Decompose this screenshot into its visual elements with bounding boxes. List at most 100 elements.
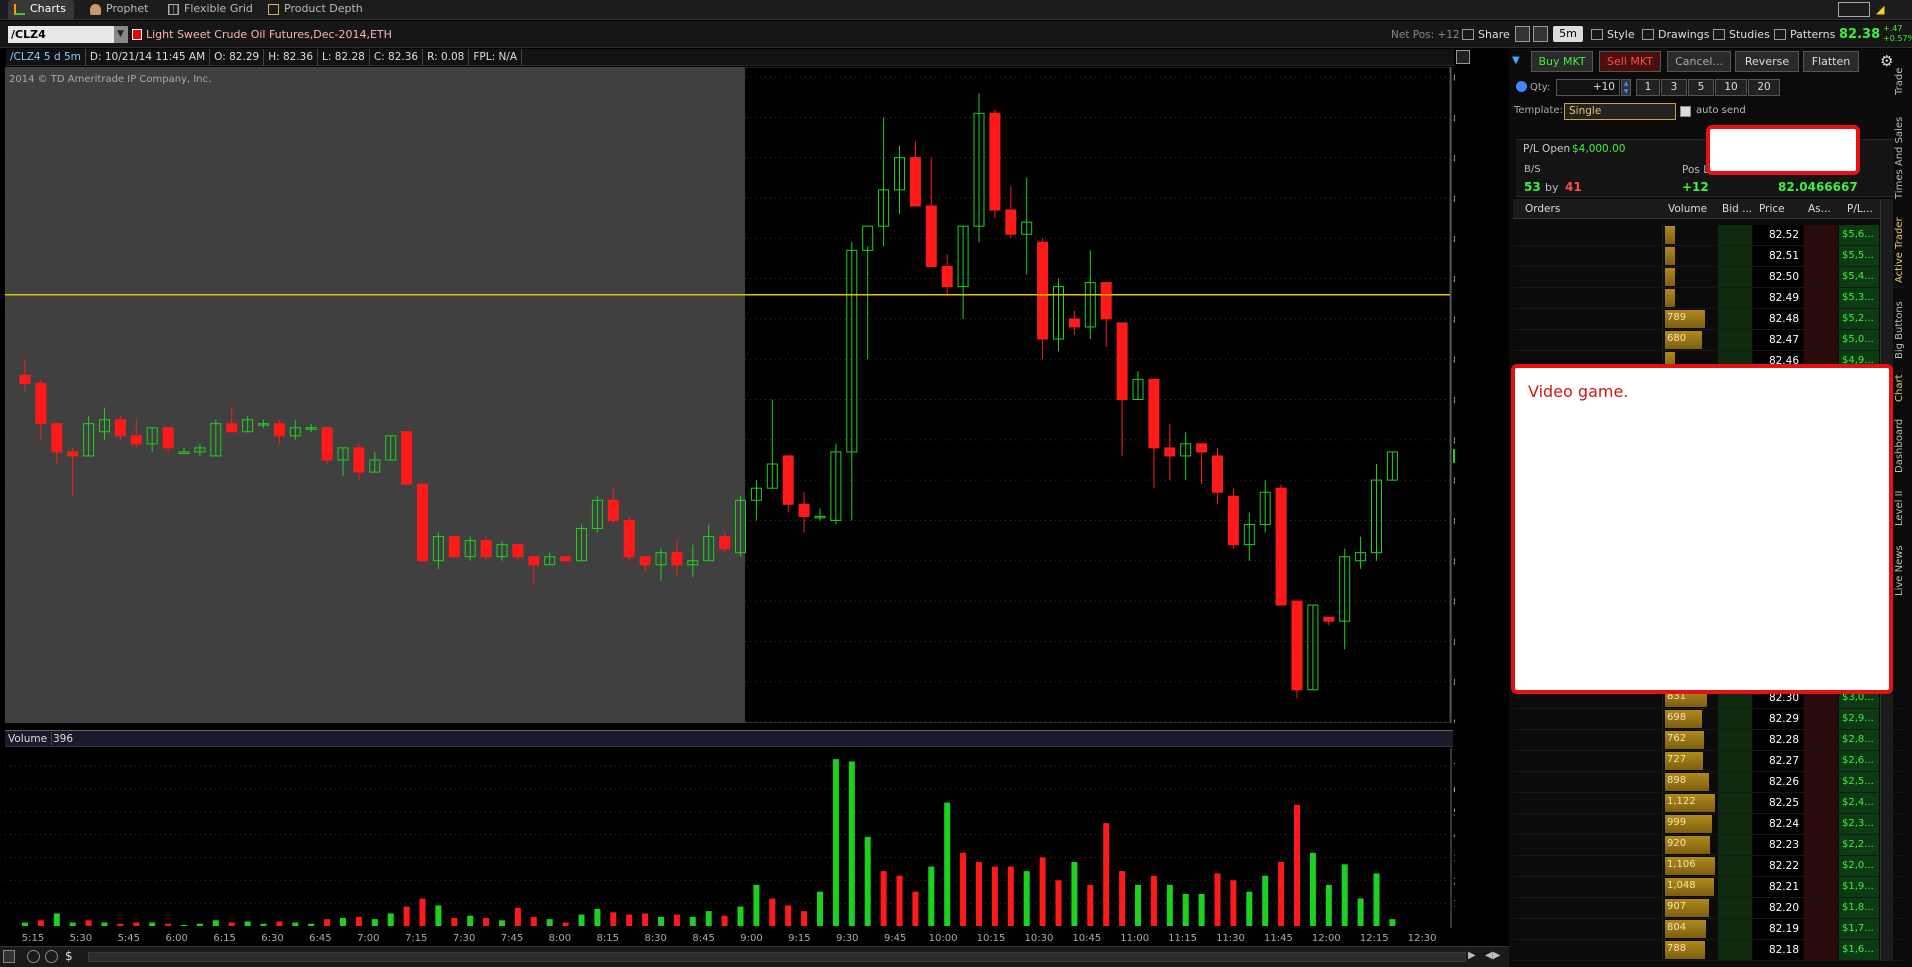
ask-cell[interactable] xyxy=(1804,751,1838,771)
tab-flexible-grid[interactable]: Flexible Grid xyxy=(162,0,261,19)
ask-cell[interactable] xyxy=(1804,309,1838,329)
orders-cell[interactable] xyxy=(1513,793,1663,813)
auto-send-checkbox[interactable] xyxy=(1680,106,1691,117)
ladder-row[interactable]: 82.50 $5,4... xyxy=(1513,267,1903,288)
ask-cell[interactable] xyxy=(1804,940,1838,960)
buy-mkt-button[interactable]: Buy MKT xyxy=(1531,51,1593,72)
price-cell[interactable]: 82.27 xyxy=(1753,751,1803,771)
draw-tool-icon[interactable] xyxy=(1515,26,1530,42)
qty-preset-10[interactable]: 10 xyxy=(1715,79,1747,96)
ladder-row[interactable]: 82.52 $5,6... xyxy=(1513,225,1903,246)
volume-chart[interactable]: 7,000 6,000 5,000 4,000 3,000 2,000 1,000 xyxy=(5,748,1455,928)
ask-cell[interactable] xyxy=(1804,730,1838,750)
bid-cell[interactable] xyxy=(1718,919,1752,939)
price-cell[interactable]: 82.25 xyxy=(1753,793,1803,813)
template-select[interactable]: Single xyxy=(1564,103,1676,120)
bid-cell[interactable] xyxy=(1718,730,1752,750)
orders-cell[interactable] xyxy=(1513,814,1663,834)
qty-preset-5[interactable]: 5 xyxy=(1688,79,1714,96)
ask-cell[interactable] xyxy=(1804,814,1838,834)
qty-help-icon[interactable] xyxy=(1516,81,1527,92)
side-tab[interactable]: Live News xyxy=(1894,540,1910,602)
orders-cell[interactable] xyxy=(1513,246,1663,266)
window-indicator[interactable] xyxy=(1838,2,1870,17)
orders-cell[interactable] xyxy=(1513,835,1663,855)
orders-cell[interactable] xyxy=(1513,730,1663,750)
price-cell[interactable]: 82.23 xyxy=(1753,835,1803,855)
bid-cell[interactable] xyxy=(1718,793,1752,813)
header-price[interactable]: Price xyxy=(1759,203,1785,215)
reverse-button[interactable]: Reverse xyxy=(1735,51,1799,72)
panel-collapse-icon[interactable]: ▼ xyxy=(1512,55,1520,66)
side-tab[interactable]: Big Buttons xyxy=(1894,295,1910,365)
ladder-row[interactable]: 1,048 82.21 $1,9... xyxy=(1513,877,1903,898)
bid-cell[interactable] xyxy=(1718,330,1752,350)
header-volume[interactable]: Volume xyxy=(1668,203,1707,215)
ladder-row[interactable]: 789 82.48 $5,2... xyxy=(1513,309,1903,330)
orders-cell[interactable] xyxy=(1513,856,1663,876)
orders-cell[interactable] xyxy=(1513,267,1663,287)
symbol-input[interactable]: /CLZ4 xyxy=(8,26,120,43)
studies-button[interactable]: Studies xyxy=(1713,25,1770,44)
price-cell[interactable]: 82.26 xyxy=(1753,772,1803,792)
ladder-row[interactable]: 727 82.27 $2,6... xyxy=(1513,751,1903,772)
orders-cell[interactable] xyxy=(1513,330,1663,350)
ask-cell[interactable] xyxy=(1804,898,1838,918)
ask-cell[interactable] xyxy=(1804,877,1838,897)
ladder-row[interactable]: 698 82.29 $2,9... xyxy=(1513,709,1903,730)
qty-input[interactable]: +10 xyxy=(1556,79,1620,96)
bid-cell[interactable] xyxy=(1718,751,1752,771)
flatten-button[interactable]: Flatten xyxy=(1803,51,1859,72)
qty-preset-1[interactable]: 1 xyxy=(1636,79,1660,96)
ladder-row[interactable]: 1,122 82.25 $2,4... xyxy=(1513,793,1903,814)
price-cell[interactable]: 82.24 xyxy=(1753,814,1803,834)
ask-cell[interactable] xyxy=(1804,793,1838,813)
scroll-right-icon[interactable]: ▶ xyxy=(1468,950,1480,963)
tab-charts[interactable]: Charts xyxy=(8,0,74,19)
bid-cell[interactable] xyxy=(1718,225,1752,245)
side-tab[interactable]: Trade xyxy=(1894,55,1910,107)
dollar-icon[interactable]: $ xyxy=(65,949,73,963)
tab-product-depth[interactable]: Product Depth xyxy=(262,0,371,19)
ladder-row[interactable]: 82.51 $5,5... xyxy=(1513,246,1903,267)
qty-stepper[interactable]: ▲ ▼ xyxy=(1621,79,1631,96)
orders-cell[interactable] xyxy=(1513,709,1663,729)
expand-icon[interactable]: ◀▶ xyxy=(1485,950,1503,963)
bid-cell[interactable] xyxy=(1718,856,1752,876)
side-tab[interactable]: Active Trader xyxy=(1894,210,1910,290)
bid-cell[interactable] xyxy=(1718,309,1752,329)
ask-cell[interactable] xyxy=(1804,919,1838,939)
orders-cell[interactable] xyxy=(1513,919,1663,939)
header-pl[interactable]: P/L... xyxy=(1847,203,1873,215)
side-tab[interactable]: Dashboard xyxy=(1894,415,1910,477)
orders-cell[interactable] xyxy=(1513,309,1663,329)
price-cell[interactable]: 82.48 xyxy=(1753,309,1803,329)
ask-cell[interactable] xyxy=(1804,246,1838,266)
price-cell[interactable]: 82.49 xyxy=(1753,288,1803,308)
ladder-row[interactable]: 907 82.20 $1,8... xyxy=(1513,898,1903,919)
qty-preset-3[interactable]: 3 xyxy=(1661,79,1687,96)
price-cell[interactable]: 82.52 xyxy=(1753,225,1803,245)
bid-cell[interactable] xyxy=(1718,267,1752,287)
price-cell[interactable]: 82.29 xyxy=(1753,709,1803,729)
ladder-row[interactable]: 82.49 $5,3... xyxy=(1513,288,1903,309)
header-ask[interactable]: As... xyxy=(1808,203,1831,215)
price-cell[interactable]: 82.20 xyxy=(1753,898,1803,918)
ask-cell[interactable] xyxy=(1804,225,1838,245)
chart-settings-icon[interactable] xyxy=(1456,50,1470,64)
cancel-button[interactable]: Cancel... xyxy=(1667,51,1731,72)
bid-cell[interactable] xyxy=(1718,835,1752,855)
price-cell[interactable]: 82.51 xyxy=(1753,246,1803,266)
panel-gear-icon[interactable]: ⚙ xyxy=(1880,52,1893,70)
qty-preset-20[interactable]: 20 xyxy=(1748,79,1780,96)
symbol-dropdown-button[interactable]: ▼ xyxy=(114,26,128,43)
side-tab[interactable]: Level II xyxy=(1894,482,1910,534)
ladder-row[interactable]: 762 82.28 $2,8... xyxy=(1513,730,1903,751)
bid-cell[interactable] xyxy=(1718,814,1752,834)
orders-cell[interactable] xyxy=(1513,751,1663,771)
bid-cell[interactable] xyxy=(1718,877,1752,897)
bid-cell[interactable] xyxy=(1718,709,1752,729)
interval-button[interactable]: 5m xyxy=(1553,26,1583,42)
zoom-in-icon[interactable] xyxy=(27,950,40,963)
sell-mkt-button[interactable]: Sell MKT xyxy=(1599,51,1661,72)
